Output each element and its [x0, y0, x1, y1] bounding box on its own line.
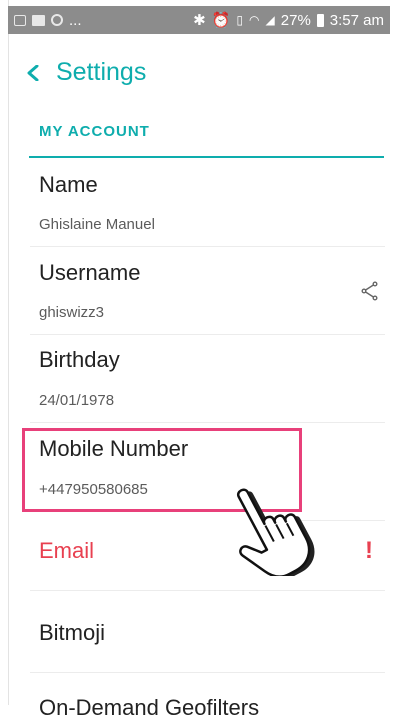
page-title[interactable]: Settings: [56, 58, 146, 87]
row-divider: [30, 672, 385, 673]
battery-icon: [316, 13, 324, 27]
screen-edge: [0, 0, 9, 705]
signal-icon: ◢: [265, 13, 275, 27]
gallery-icon: [32, 14, 45, 26]
row-label-username: Username: [39, 260, 141, 285]
alarm-icon: ⏰: [211, 12, 231, 29]
hand-pointer-icon: [236, 488, 315, 576]
row-label-email: Email: [39, 538, 95, 563]
alert-icon: !: [365, 537, 373, 564]
row-label-geofilters: On-Demand Geofilters: [39, 695, 260, 720]
row-label-name: Name: [39, 172, 98, 197]
whatsapp-icon: [51, 14, 63, 26]
status-bar-left: ...: [14, 12, 82, 29]
section-divider: [29, 156, 384, 158]
row-divider: [30, 590, 385, 591]
battery-percent: 27%: [280, 11, 311, 29]
status-bar: ... ✱ ⏰ ▯ ◠ ◢ 27% 3:57 am: [8, 6, 390, 34]
row-divider: [30, 422, 385, 423]
status-bar-right: ✱ ⏰ ▯ ◠ ◢ 27% 3:57 am: [193, 11, 384, 30]
row-divider: [30, 246, 385, 247]
bluetooth-icon: ✱: [193, 12, 206, 29]
status-time: 3:57 am: [329, 11, 384, 29]
chevron-left-icon[interactable]: [26, 64, 40, 82]
section-title-my-account: MY ACCOUNT: [39, 123, 150, 140]
row-value-name: Ghislaine Manuel: [39, 216, 155, 233]
vibrate-icon: ▯: [236, 13, 244, 27]
row-value-birthday: 24/01/1978: [39, 392, 115, 409]
row-value-username: ghiswizz3: [39, 304, 105, 321]
screenshot-icon: [14, 14, 26, 26]
row-label-bitmoji: Bitmoji: [39, 620, 106, 645]
row-label-birthday: Birthday: [39, 347, 120, 372]
share-icon[interactable]: [360, 281, 380, 301]
row-divider: [30, 334, 385, 335]
status-ellipsis: ...: [69, 11, 82, 29]
wifi-icon: ◠: [249, 13, 260, 27]
